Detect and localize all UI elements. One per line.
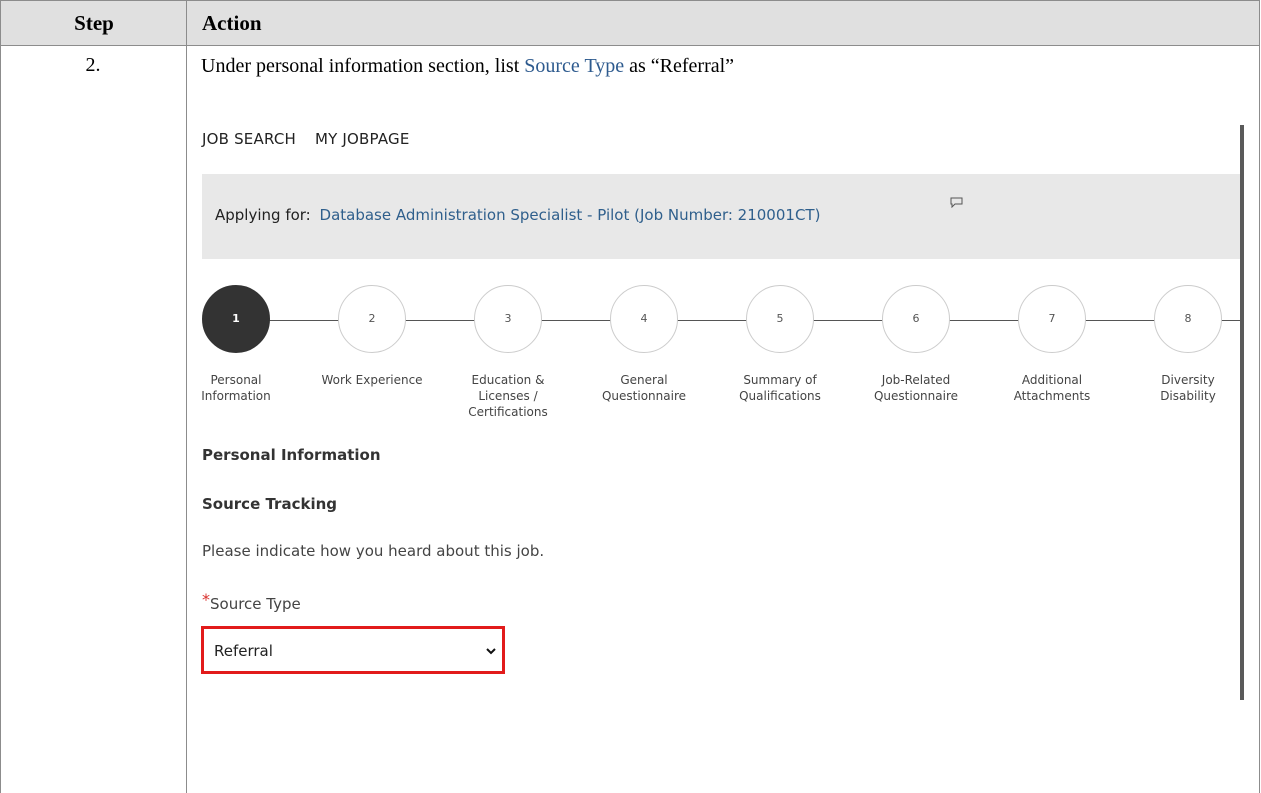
step-label-line: Personal xyxy=(210,373,262,387)
applying-for-text: Applying for: Database Administration Sp… xyxy=(215,206,820,224)
instruction-field-name: Source Type xyxy=(524,55,625,77)
step-label-line: Certifications xyxy=(468,405,548,419)
step-label-line: Summary of xyxy=(743,373,817,387)
nav-my-jobpage[interactable]: MY JOBPAGE xyxy=(315,130,410,148)
instruction-post: as “Referral” xyxy=(624,55,735,77)
step-label-line: Education & xyxy=(471,373,545,387)
step-label-1: Personal Information xyxy=(202,372,296,404)
applying-for-label: Applying for: xyxy=(215,206,311,224)
instruction-text: Under personal information section, list… xyxy=(201,55,734,78)
job-title-link[interactable]: Database Administration Specialist - Pil… xyxy=(320,206,821,224)
scrollbar[interactable] xyxy=(1240,125,1244,700)
step-label-line: Job-Related xyxy=(881,373,951,387)
hint-text: Please indicate how you heard about this… xyxy=(202,542,545,560)
application-stepper: 1 Personal Information 2 Work Experience 3 Edu… xyxy=(202,285,1242,435)
step-label-line: Additional xyxy=(1021,373,1083,387)
step-label-line: Licenses / xyxy=(478,389,538,403)
source-type-label-text: Source Type xyxy=(210,595,301,613)
step-label-8: Diversity Disability xyxy=(1128,372,1242,404)
step-circle-2[interactable]: 2 xyxy=(338,285,406,353)
table-header-row: Step Action xyxy=(0,0,1260,46)
step-circle-8[interactable]: 8 xyxy=(1154,285,1222,353)
step-number: 2. xyxy=(85,54,101,76)
table-right-border xyxy=(1259,46,1260,793)
instruction-pre: Under personal information section, list xyxy=(201,55,525,77)
header-step: Step xyxy=(74,11,114,35)
chevron-down-icon xyxy=(486,648,496,655)
comment-icon[interactable] xyxy=(950,197,963,208)
nav-job-search[interactable]: JOB SEARCH xyxy=(202,130,296,148)
step-label-line: Questionnaire xyxy=(873,389,959,403)
table-left-border xyxy=(0,46,1,793)
applying-for-bar: Applying for: Database Administration Sp… xyxy=(202,174,1242,259)
header-action: Action xyxy=(202,11,262,35)
step-label-7: Additional Attachments xyxy=(992,372,1112,404)
source-type-select[interactable]: Referral xyxy=(201,626,505,674)
step-label-line: Questionnaire xyxy=(601,389,687,403)
step-label-line: Qualifications xyxy=(739,389,821,403)
step-circle-6[interactable]: 6 xyxy=(882,285,950,353)
step-label-5: Summary of Qualifications xyxy=(720,372,840,404)
step-label-line: Information xyxy=(202,389,271,403)
step-label-2: Work Experience xyxy=(312,372,432,388)
step-label-4: General Questionnaire xyxy=(584,372,704,404)
step-label-line: Disability xyxy=(1160,389,1216,403)
step-circle-4[interactable]: 4 xyxy=(610,285,678,353)
step-label-line: Diversity xyxy=(1161,373,1215,387)
step-circle-3[interactable]: 3 xyxy=(474,285,542,353)
section-title: Personal Information xyxy=(202,446,381,464)
subsection-title: Source Tracking xyxy=(202,495,337,513)
step-circle-7[interactable]: 7 xyxy=(1018,285,1086,353)
step-label-line: Attachments xyxy=(1013,389,1091,403)
step-label-line: Work Experience xyxy=(321,373,423,387)
step-label-6: Job-Related Questionnaire xyxy=(856,372,976,404)
top-nav: JOB SEARCH MY JOBPAGE xyxy=(202,130,424,148)
step-label-3: Education & Licenses / Certifications xyxy=(448,372,568,420)
embedded-screenshot: JOB SEARCH MY JOBPAGE Applying for: Data… xyxy=(187,120,1245,750)
source-type-value: Referral xyxy=(214,642,273,660)
step-label-line: General xyxy=(620,373,668,387)
source-type-label: *Source Type xyxy=(202,590,301,613)
required-marker: * xyxy=(202,590,210,609)
step-circle-5[interactable]: 5 xyxy=(746,285,814,353)
step-circle-1[interactable]: 1 xyxy=(202,285,270,353)
instruction-table: Step Action 2. Under personal informatio… xyxy=(0,0,1261,793)
